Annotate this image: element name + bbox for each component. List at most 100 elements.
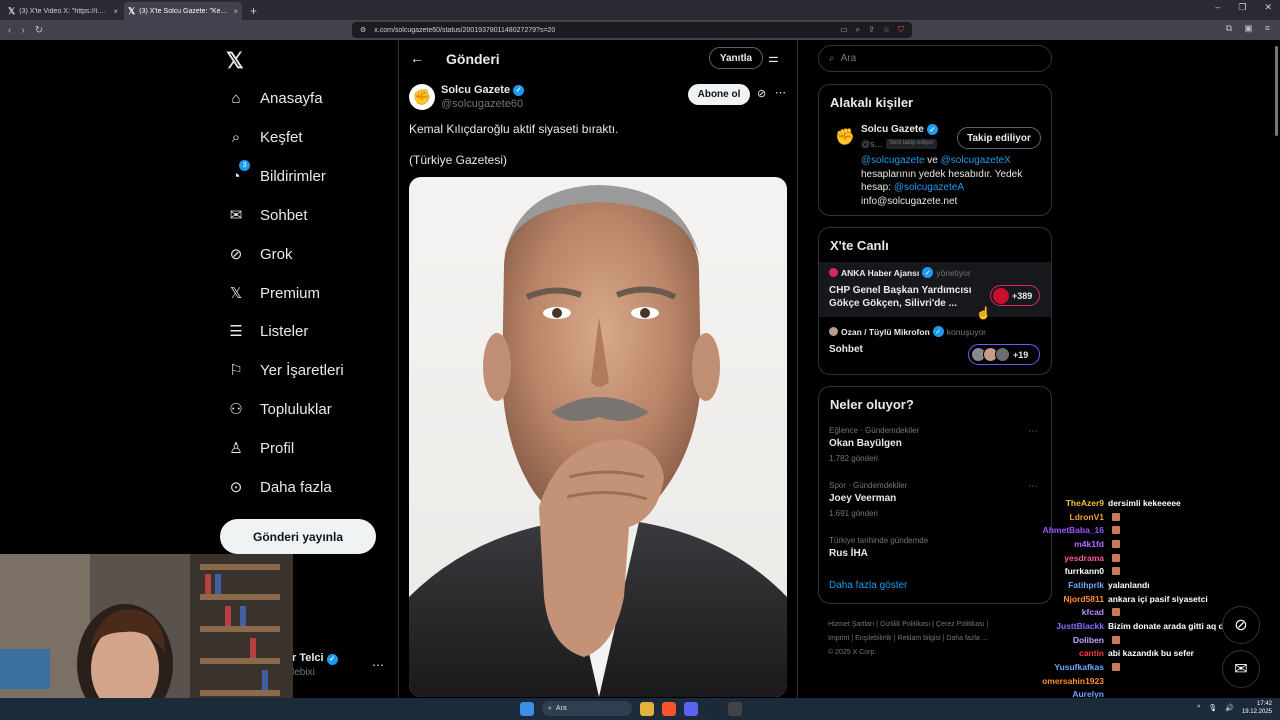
trend-name[interactable]: Joey Veerman: [829, 493, 896, 504]
forward-icon[interactable]: ›: [21, 25, 24, 36]
reload-icon[interactable]: ↻: [35, 25, 43, 36]
live-host[interactable]: Ozan / Tüylü Mikrofon ✓ konuşuyor: [829, 326, 986, 337]
grok-fab-icon[interactable]: ⊘: [1222, 606, 1260, 644]
nav-item-more[interactable]: ⊙ Daha fazla: [226, 474, 332, 500]
more-options-icon[interactable]: ⋯: [1028, 481, 1038, 492]
live-title[interactable]: CHP Genel Başkan Yardımcısı Gökçe Gökçen…: [829, 284, 979, 310]
brave-browser-icon[interactable]: [662, 701, 676, 716]
back-arrow-icon[interactable]: ←: [410, 50, 424, 66]
nav-item-chat[interactable]: ✉ Sohbet: [226, 202, 308, 228]
chat-username: cantin: [1078, 648, 1104, 659]
back-icon[interactable]: ‹: [8, 25, 11, 36]
clock[interactable]: 17:42 19.12.2025: [1242, 700, 1272, 716]
new-tab-button[interactable]: +: [250, 2, 257, 20]
nav-item-premium[interactable]: 𝕏 Premium: [226, 280, 320, 306]
footer-link[interactable]: Erişilebilirlik: [855, 635, 892, 642]
show-more-link[interactable]: Daha fazla göster: [829, 580, 907, 591]
nav-item-communities[interactable]: ⚇ Topluluklar: [226, 396, 331, 422]
steam-icon[interactable]: [706, 701, 720, 716]
tweet-author[interactable]: Solcu Gazete ✓ @solcugazete60: [441, 84, 525, 110]
more-options-icon[interactable]: ⋯: [372, 658, 384, 672]
more-options-icon[interactable]: ⋯: [775, 86, 786, 99]
nav-item-bookmarks[interactable]: ⚐ Yer İşaretleri: [226, 357, 343, 383]
footer-link[interactable]: Çerez Politikası: [936, 621, 985, 628]
wallet-icon[interactable]: ▣: [1244, 23, 1253, 34]
search-icon: ⌕: [829, 53, 835, 64]
live-title[interactable]: Sohbet: [829, 343, 863, 356]
chat-username: Fatihprlk: [1068, 579, 1104, 590]
bio-link[interactable]: @solcugazeteX: [941, 155, 1011, 166]
brave-shield-icon[interactable]: ⛉: [898, 25, 904, 35]
nav-item-explore[interactable]: ⌕ Keşfet: [226, 124, 303, 150]
trend-name[interactable]: Rus İHA: [829, 548, 868, 559]
webcam-image: [0, 554, 293, 720]
related-name[interactable]: Solcu Gazete ✓: [861, 124, 938, 135]
obs-icon[interactable]: [728, 701, 742, 716]
nav-item-grok[interactable]: ⊘ Grok: [226, 241, 293, 267]
scrollbar[interactable]: [1273, 40, 1280, 698]
menu-icon[interactable]: ≡: [1265, 23, 1270, 34]
subscribe-button[interactable]: Abone ol: [688, 84, 750, 105]
share-icon[interactable]: ⇪: [868, 25, 875, 35]
card-title: X'te Canlı: [830, 238, 889, 253]
nav-item-lists[interactable]: ☰ Listeler: [226, 318, 308, 344]
x-logo-icon[interactable]: 𝕏: [226, 48, 244, 74]
nav-item-profile[interactable]: ♙ Profil: [226, 435, 294, 461]
messages-fab-icon[interactable]: ✉: [1222, 650, 1260, 688]
extensions-icon[interactable]: ⧉: [1226, 23, 1232, 34]
star-icon[interactable]: ☆: [883, 25, 890, 35]
reply-button[interactable]: Yanıtla: [709, 47, 763, 69]
following-button[interactable]: Takip ediliyor: [957, 127, 1041, 149]
bio-link[interactable]: @solcugazeteA: [894, 182, 964, 193]
address-bar[interactable]: ⚙ x.com/solcugazete60/status/20019378011…: [352, 22, 912, 38]
search-input[interactable]: ⌕ Ara: [818, 45, 1052, 72]
mic-icon[interactable]: 🎙: [1208, 704, 1217, 712]
zoom-icon[interactable]: ⌕: [856, 25, 860, 35]
trend-category: Türkiye tarihinde gündemde: [829, 536, 929, 545]
volume-icon[interactable]: 🔊: [1225, 704, 1234, 712]
sliders-icon[interactable]: ⚌: [768, 51, 779, 65]
tray-chevron-icon[interactable]: ^: [1197, 705, 1200, 712]
close-icon[interactable]: ×: [233, 7, 238, 16]
reader-icon[interactable]: ▭: [840, 25, 848, 35]
chat-message: TheAzer9 dersimli kekeeeee: [1032, 496, 1252, 510]
avatar[interactable]: ✊: [409, 84, 435, 110]
site-info-icon[interactable]: ⚙: [360, 26, 366, 34]
more-options-icon[interactable]: ⋯: [1028, 426, 1038, 437]
scrollbar-thumb[interactable]: [1275, 46, 1278, 136]
windows-start-icon[interactable]: [520, 701, 534, 716]
taskbar-search[interactable]: ⌕ Ara: [542, 701, 632, 716]
account-switcher[interactable]: r Telci ✓ lebixi: [292, 652, 338, 678]
live-host[interactable]: ANKA Haber Ajansı ✓ yönetiyor: [829, 267, 971, 278]
footer-link[interactable]: Imprint: [828, 635, 849, 642]
footer-link[interactable]: Daha fazla ...: [946, 635, 987, 642]
post-button[interactable]: Gönderi yayınla: [220, 519, 376, 554]
chat-username: JusttBlackk: [1056, 621, 1104, 632]
author-name[interactable]: Solcu Gazete: [441, 84, 510, 96]
listeners-pill[interactable]: +389: [990, 285, 1040, 306]
grok-icon[interactable]: ⊘: [757, 87, 766, 100]
footer-link[interactable]: Hizmet Şartları: [828, 621, 874, 628]
browser-tab-1[interactable]: 𝕏 (3) X'te Video X: "https://t.co/URKAq …: [4, 2, 122, 20]
tweet-photo[interactable]: [409, 177, 787, 697]
close-window-icon[interactable]: ✕: [1264, 2, 1272, 13]
close-icon[interactable]: ×: [113, 7, 118, 16]
chat-message: AhmetBaba_16: [1032, 523, 1252, 537]
minimize-icon[interactable]: –: [1215, 2, 1220, 13]
bio-link[interactable]: @solcugazete: [861, 155, 925, 166]
nav-item-notifications[interactable]: ◔ 3 Bildirimler: [226, 160, 326, 189]
file-explorer-icon[interactable]: [640, 701, 654, 716]
listeners-pill[interactable]: +19: [968, 344, 1040, 365]
related-handle[interactable]: @s... Seni takip ediyor: [861, 139, 937, 149]
discord-icon[interactable]: [684, 701, 698, 716]
browser-tab-2[interactable]: 𝕏 (3) X'te Solcu Gazete: "Kemal Kılı ×: [124, 2, 242, 20]
verified-icon: ✓: [932, 326, 944, 337]
nav-item-home[interactable]: ⌂ Anasayfa: [226, 85, 322, 111]
trend-name[interactable]: Okan Bayülgen: [829, 438, 902, 449]
footer-link[interactable]: Reklam bilgisi: [897, 635, 940, 642]
footer-link[interactable]: Gizlilik Politikası: [880, 621, 930, 628]
related-avatar[interactable]: ✊: [832, 124, 858, 150]
restore-icon[interactable]: ❐: [1238, 2, 1246, 13]
chat-message: Yusufkafkas: [1032, 660, 1252, 674]
author-handle[interactable]: @solcugazete60: [441, 98, 524, 110]
